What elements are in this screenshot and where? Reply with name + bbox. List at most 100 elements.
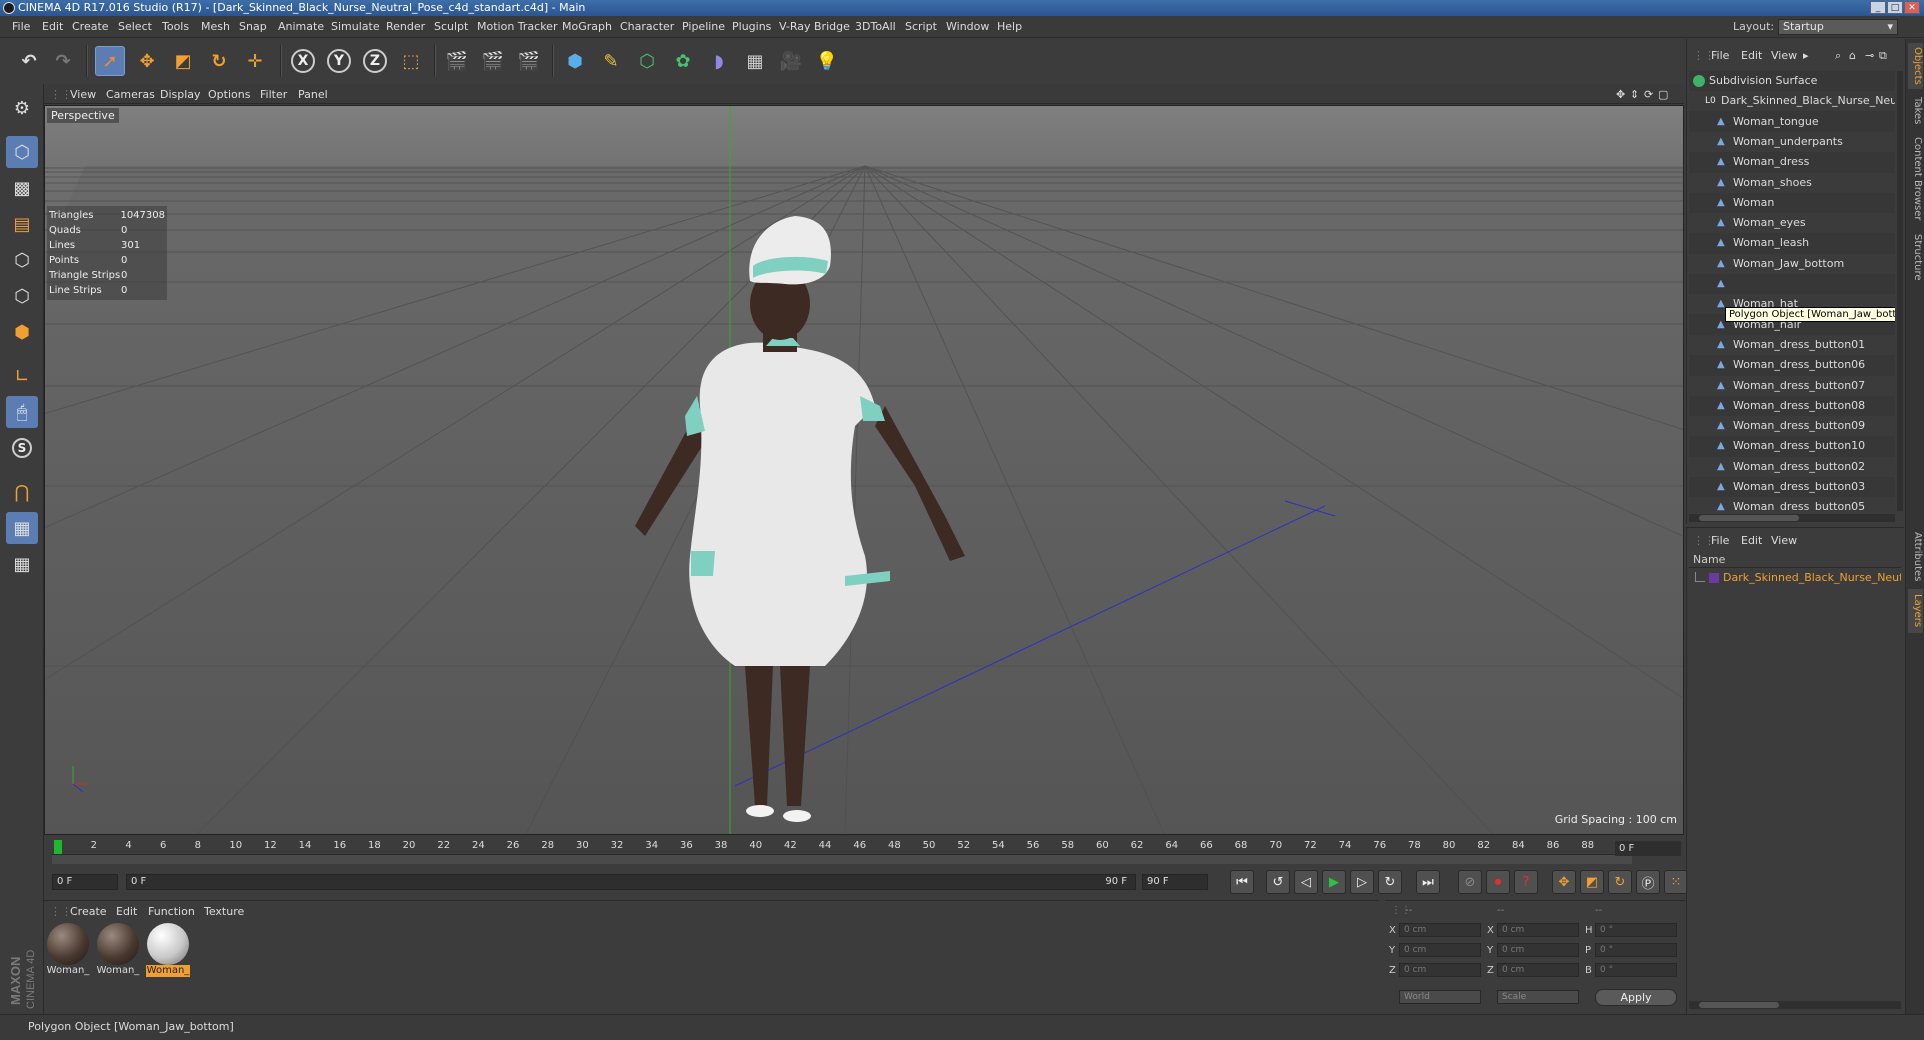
object-tree-row[interactable]: ▲ Woman_tongue [1689,112,1895,132]
add-cloner-button[interactable]: ✿ [668,46,698,76]
transform-tool-button[interactable]: ✛ [240,46,270,76]
add-floor-button[interactable]: ▦ [740,46,770,76]
layout-select[interactable]: Startup ▾ [1778,19,1898,35]
render-view-button[interactable]: 🎬 [442,46,472,76]
layer-menu-view[interactable]: View [1771,534,1797,547]
position-z-field[interactable]: 0 cm [1399,963,1481,977]
timeline-track[interactable] [52,854,1632,864]
record-active-button[interactable]: ⊘ [1458,870,1482,894]
size-mode-select[interactable]: Scale [1497,990,1579,1004]
material-menu-edit[interactable]: Edit [116,905,137,918]
scroll-thumb[interactable] [1699,515,1799,521]
search-icon[interactable]: ⌕ [1835,49,1841,63]
material-swatch[interactable]: Woman_ [96,923,140,979]
object-tree-row[interactable]: ▲ Woman_dress_button06 [1689,355,1895,375]
key-rotation-button[interactable]: ↻ [1608,870,1632,894]
layer-row[interactable]: Dark_Skinned_Black_Nurse_Neutral_ [1689,570,1901,586]
minimize-button[interactable]: _ [1870,1,1886,14]
object-tree-row[interactable]: ▲ Woman_shoes [1689,172,1895,193]
add-spline-pen-button[interactable]: ✎ [596,46,626,76]
size-y-field[interactable]: 0 cm [1497,943,1579,957]
3d-viewport[interactable]: Perspective Triangles 1047308 Quads 0 Line… [44,105,1684,835]
menu-3dtoall[interactable]: 3DToAll [855,20,896,33]
coordinate-system-button[interactable]: ⬚ [396,46,426,76]
workplane-mode-button[interactable]: ▤ [6,208,38,240]
tab-objects[interactable]: Objects [1908,43,1923,89]
undo-button[interactable]: ↶ [14,46,44,76]
model-mode-button[interactable]: ⬡ [6,136,38,168]
add-light-button[interactable]: 💡 [812,46,842,76]
keyframe-selection-button[interactable]: ? [1514,870,1538,894]
menu-render[interactable]: Render [386,20,425,33]
menu-mograph[interactable]: MoGraph [562,20,612,33]
layer-menu-file[interactable]: File [1711,534,1729,547]
object-tree-row[interactable]: ▲ Woman_dress_button03 [1689,477,1895,497]
key-scale-button[interactable]: ◩ [1580,870,1604,894]
start-frame-field[interactable]: 0 F [52,874,118,890]
tab-attributes[interactable]: Attributes [1908,529,1923,585]
polygons-mode-button[interactable]: ⬢ [6,316,38,348]
object-tree[interactable]: Subdivision Surface L0 Dark_Skinned_Black_… [1689,71,1895,511]
rotate-tool-button[interactable]: ↻ [204,46,234,76]
axis-mode-button[interactable]: ∟ [6,360,38,392]
tab-takes[interactable]: Takes [1908,93,1923,129]
rotate-view-icon[interactable]: ⟳ [1644,88,1653,101]
make-editable-button[interactable]: ⚙ [6,92,38,124]
layer-menu-edit[interactable]: Edit [1741,534,1762,547]
object-menu-edit[interactable]: Edit [1741,49,1762,62]
apply-button[interactable]: Apply [1595,989,1677,1006]
previous-key-button[interactable]: ↺ [1266,870,1290,894]
viewport-menu-options[interactable]: Options [208,88,250,101]
back-icon[interactable]: ⊸ [1865,49,1874,62]
size-x-field[interactable]: 0 cm [1497,923,1579,937]
menu-window[interactable]: Window [946,20,989,33]
menu-vray-bridge[interactable]: V-Ray Bridge [779,20,850,33]
timeline-ruler[interactable]: 0246810121416182022242628303234363840424… [44,838,1684,870]
size-z-field[interactable]: 0 cm [1497,963,1579,977]
locked-workplane-button[interactable]: ▦ [6,512,38,544]
arrow-right-icon[interactable]: ▸ [1803,49,1809,62]
snapping-button[interactable]: S [6,432,38,464]
position-y-field[interactable]: 0 cm [1399,943,1481,957]
go-to-start-button[interactable]: ⏮ [1230,870,1254,894]
object-tree-row[interactable]: ▲ Woman_dress_button02 [1689,456,1895,477]
scale-tool-button[interactable]: ◩ [168,46,198,76]
maximize-button[interactable]: □ [1887,1,1903,14]
layer-hscrollbar[interactable] [1689,1001,1901,1009]
end-frame-field[interactable]: 90 F [1142,874,1208,890]
move-tool-button[interactable]: ✥ [132,46,162,76]
x-axis-lock-button[interactable]: X [288,46,318,76]
add-cube-button[interactable]: ⬢ [560,46,590,76]
autokeying-button[interactable]: ⏺ [1486,870,1510,894]
object-tree-scrollbar[interactable] [1897,71,1903,511]
viewport-menu-view[interactable]: View [70,88,96,101]
rotation-b-field[interactable]: 0 ° [1595,963,1677,977]
menu-help[interactable]: Help [997,20,1022,33]
dolly-view-icon[interactable]: ⇕ [1630,88,1639,101]
texture-mode-button[interactable]: ▩ [6,172,38,204]
coordinate-space-select[interactable]: World [1399,990,1481,1004]
add-subdivision-button[interactable]: ⬡ [632,46,662,76]
preview-range-slider[interactable]: 0 F 90 F [126,874,1136,890]
menu-tools[interactable]: Tools [162,20,189,33]
viewport-menu-filter[interactable]: Filter [260,88,287,101]
viewport-menu-panel[interactable]: Panel [298,88,328,101]
rotation-h-field[interactable]: 0 ° [1595,923,1677,937]
menu-select[interactable]: Select [118,20,152,33]
render-settings-button[interactable]: 🎬 [514,46,544,76]
key-parameter-button[interactable]: Ⓟ [1636,870,1660,894]
edges-mode-button[interactable]: ⬡ [6,280,38,312]
menu-sculpt[interactable]: Sculpt [434,20,468,33]
go-to-end-button[interactable]: ⏭ [1416,870,1440,894]
menu-simulate[interactable]: Simulate [331,20,380,33]
object-menu-file[interactable]: File [1711,49,1729,62]
menu-motion-tracker[interactable]: Motion Tracker [477,20,557,33]
home-icon[interactable]: ⌂ [1849,49,1856,62]
tweak-mode-button[interactable]: 🖱 [6,396,38,428]
menu-create[interactable]: Create [72,20,109,33]
add-camera-button[interactable]: 🎥 [776,46,806,76]
object-tree-row[interactable]: ▲ Woman_Jaw_bottom [1689,253,1895,274]
z-axis-lock-button[interactable]: Z [360,46,390,76]
close-button[interactable]: ✕ [1904,1,1920,14]
viewport-menu-display[interactable]: Display [160,88,201,101]
